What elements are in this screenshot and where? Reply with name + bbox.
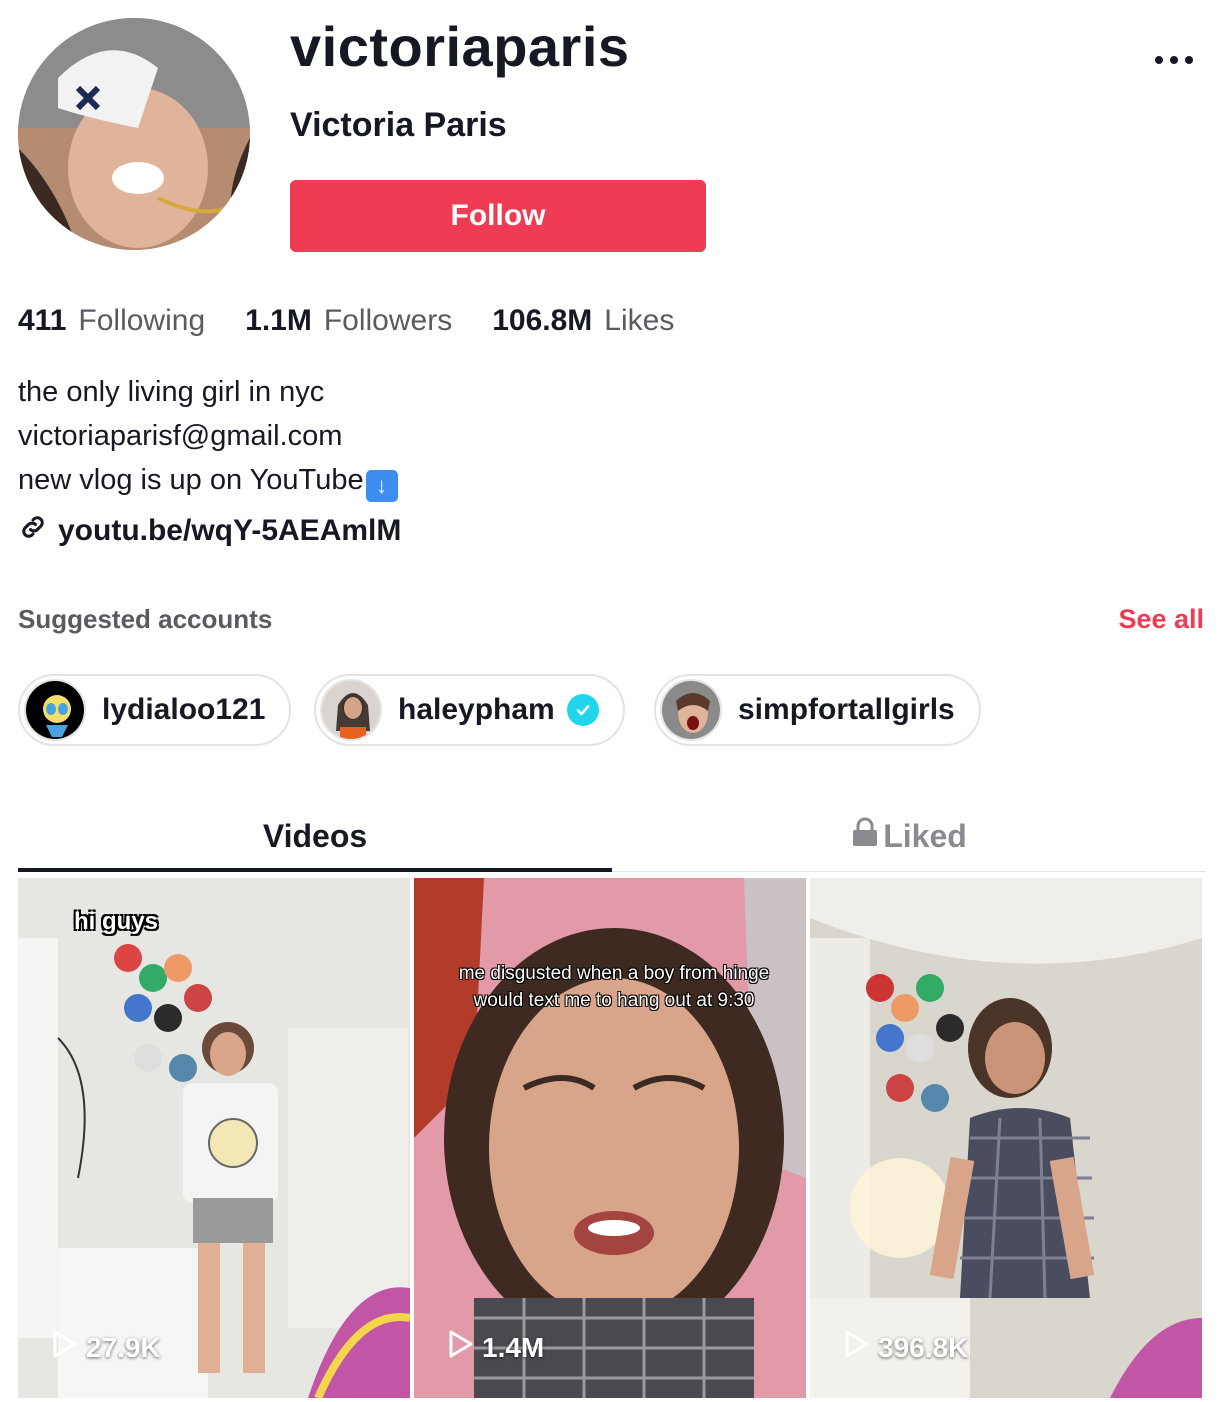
profile-stats: 411 Following 1.1M Followers 106.8M Like… bbox=[18, 304, 674, 338]
down-arrow-emoji-icon: ↓ bbox=[365, 470, 398, 502]
stat-value: 1.1M bbox=[245, 304, 312, 337]
suggested-account-name: simpfortallgirls bbox=[738, 693, 955, 726]
avatar bbox=[24, 679, 86, 741]
suggested-account-chip[interactable]: haleypham bbox=[314, 674, 625, 746]
verified-badge-icon bbox=[566, 694, 599, 726]
more-options-icon[interactable] bbox=[1144, 40, 1204, 80]
active-tab-indicator bbox=[18, 868, 612, 872]
play-count-value: 27.9K bbox=[86, 1331, 161, 1363]
stat-value: 411 bbox=[18, 304, 67, 337]
video-thumbnail[interactable]: hi guys 27.9K bbox=[18, 878, 410, 1398]
stat-following[interactable]: 411 Following bbox=[18, 304, 205, 338]
play-count: 27.9K bbox=[52, 1329, 161, 1366]
play-icon bbox=[448, 1329, 474, 1366]
profile-avatar[interactable] bbox=[18, 18, 250, 250]
stat-label: Followers bbox=[323, 304, 453, 337]
play-count-value: 396.8K bbox=[878, 1331, 969, 1363]
video-caption: me disgusted when a boy from hinge would… bbox=[458, 963, 770, 1011]
bio: the only living girl in nyc victoriapari… bbox=[18, 370, 398, 502]
play-count: 396.8K bbox=[844, 1329, 968, 1366]
play-icon bbox=[844, 1329, 870, 1366]
suggested-account-name: lydialoo121 bbox=[102, 693, 266, 726]
tab-label: Videos bbox=[262, 817, 368, 854]
see-all-link[interactable]: See all bbox=[1118, 604, 1204, 635]
bio-line: new vlog is up on YouTube ↓ bbox=[18, 458, 398, 502]
play-icon bbox=[52, 1329, 78, 1366]
stat-label: Following bbox=[78, 304, 206, 337]
avatar bbox=[660, 679, 722, 741]
suggested-account-chip[interactable]: lydialoo121 bbox=[18, 674, 292, 746]
bio-line-text: new vlog is up on YouTube bbox=[18, 464, 364, 496]
video-thumbnail[interactable]: me disgusted when a boy from hinge would… bbox=[414, 878, 806, 1398]
tab-label: Liked bbox=[883, 817, 967, 854]
tab-liked[interactable]: Liked bbox=[612, 800, 1206, 872]
play-count: 1.4M bbox=[448, 1329, 544, 1366]
play-count-value: 1.4M bbox=[482, 1331, 545, 1363]
suggested-account-chip[interactable]: simpfortallgirls bbox=[654, 674, 981, 746]
stat-followers[interactable]: 1.1M Followers bbox=[245, 304, 452, 338]
link-icon bbox=[18, 512, 48, 550]
username: victoriaparis bbox=[290, 15, 630, 78]
nickname: Victoria Paris bbox=[290, 106, 507, 144]
link-text: youtu.be/wqY-5AEAmlM bbox=[58, 514, 402, 547]
follow-button[interactable]: Follow bbox=[290, 180, 706, 252]
avatar bbox=[320, 679, 382, 741]
video-caption: hi guys bbox=[74, 908, 159, 935]
stat-label: Likes bbox=[604, 304, 675, 337]
suggested-account-name: haleypham bbox=[398, 693, 555, 726]
suggested-accounts-title: Suggested accounts bbox=[18, 604, 273, 634]
video-thumbnail[interactable]: 396.8K bbox=[810, 878, 1202, 1398]
stat-value: 106.8M bbox=[492, 304, 593, 337]
bio-link[interactable]: youtu.be/wqY-5AEAmlM bbox=[18, 512, 401, 550]
bio-line: the only living girl in nyc bbox=[18, 376, 325, 408]
stat-likes: 106.8M Likes bbox=[492, 304, 674, 338]
tab-videos[interactable]: Videos bbox=[18, 800, 612, 872]
lock-icon bbox=[851, 817, 879, 855]
bio-line: victoriaparisf@gmail.com bbox=[18, 420, 343, 452]
